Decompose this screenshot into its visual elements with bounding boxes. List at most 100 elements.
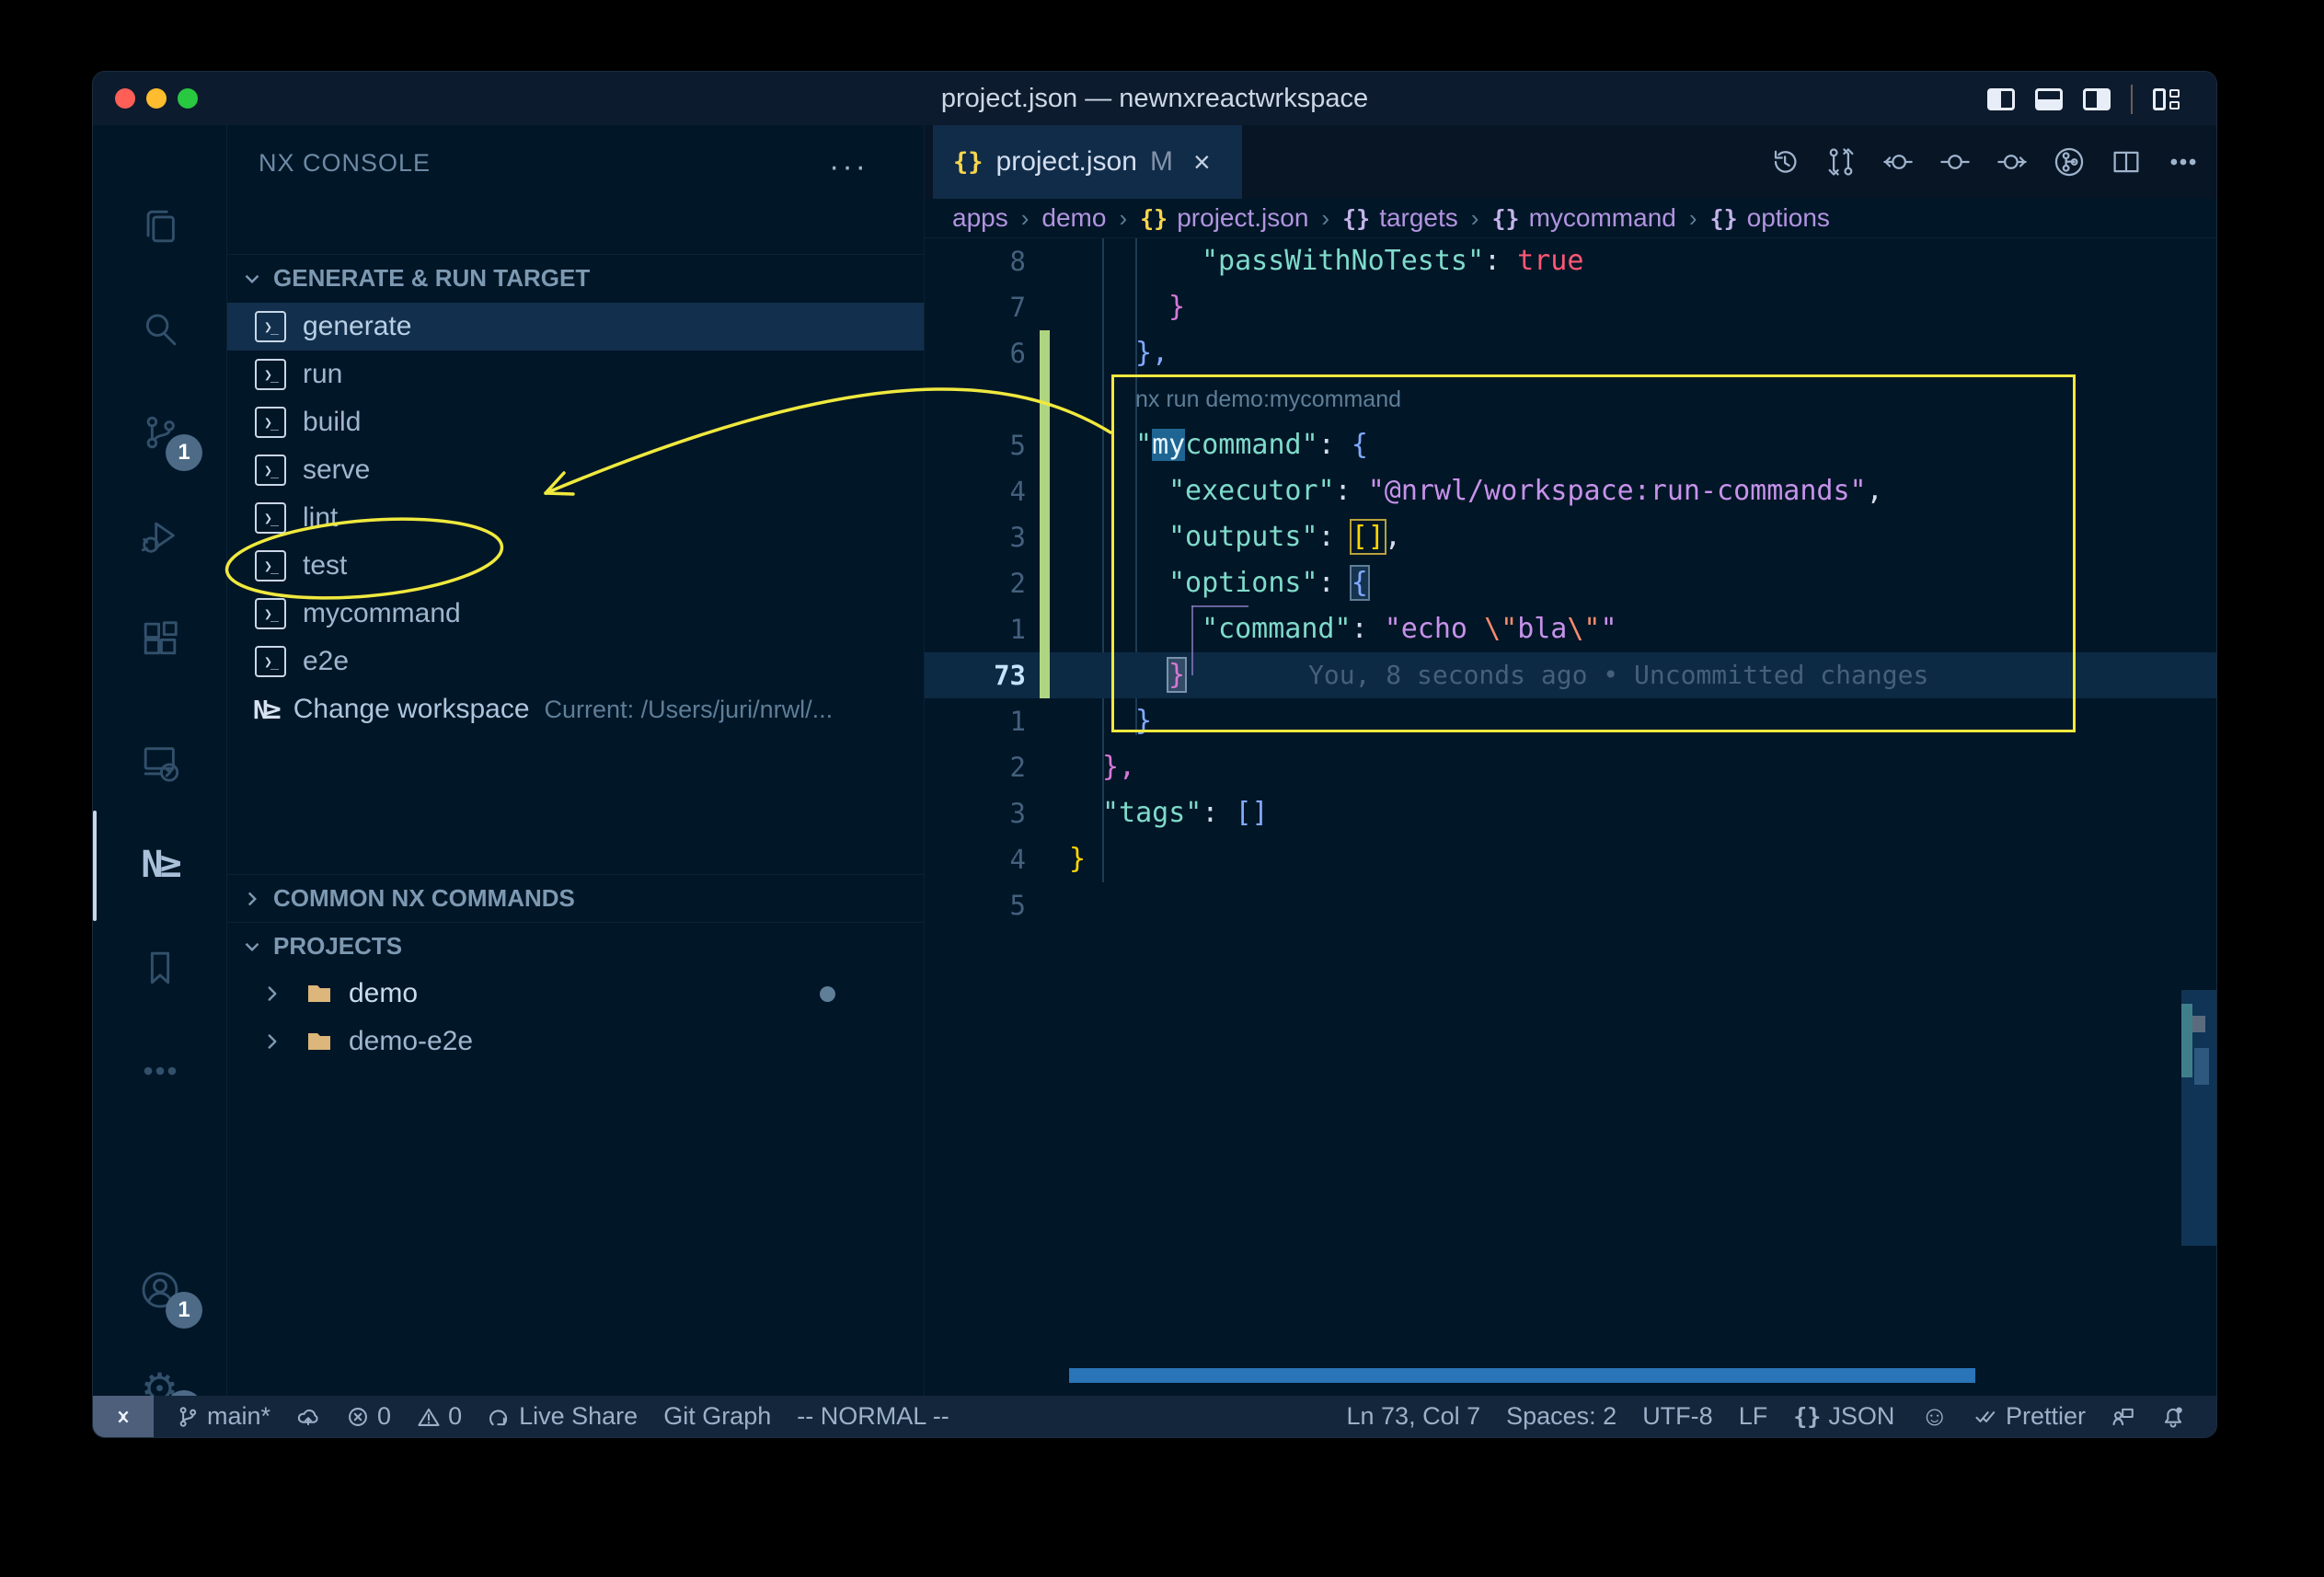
- project-item-demo[interactable]: demo: [227, 970, 924, 1018]
- sidebar-item-lint[interactable]: ❯_lint: [227, 494, 924, 542]
- account-icon[interactable]: 1: [93, 1244, 226, 1336]
- split-icon[interactable]: [2110, 145, 2143, 178]
- prev-change-icon[interactable]: [1881, 145, 1915, 178]
- explorer-icon[interactable]: [93, 180, 226, 272]
- status-item-cloud[interactable]: [283, 1405, 333, 1429]
- sidebar-item-e2e[interactable]: ❯_e2e: [227, 638, 924, 685]
- status-item-main[interactable]: main*: [163, 1402, 283, 1431]
- status-item-normal[interactable]: -- NORMAL --: [784, 1402, 961, 1431]
- more-icon[interactable]: [93, 1025, 226, 1117]
- status-item-git-graph[interactable]: Git Graph: [650, 1402, 784, 1431]
- window-title: project.json — newnxreactwrkspace: [93, 72, 2216, 125]
- chevron-down-icon: [240, 935, 264, 959]
- breadcrumb-separator: ›: [1689, 204, 1697, 233]
- tab-project-json[interactable]: {} project.json M ×: [933, 125, 1242, 199]
- badge: 1: [166, 1292, 202, 1329]
- horizontal-scrollbar[interactable]: [1069, 1368, 1975, 1383]
- breadcrumb-item-demo[interactable]: demo: [1041, 203, 1106, 233]
- git-added-gutter: [1040, 514, 1050, 560]
- breadcrumb[interactable]: apps›demo›{}project.json›{}targets›{}myc…: [925, 199, 2216, 238]
- extensions-icon[interactable]: [93, 593, 226, 685]
- json-file-icon: {}: [953, 148, 984, 177]
- status-item-bell[interactable]: [2148, 1405, 2198, 1429]
- git-graph-icon[interactable]: [2053, 145, 2086, 178]
- branch-icon: [176, 1405, 200, 1429]
- status-item-lf[interactable]: LF: [1726, 1402, 1781, 1431]
- sidebar-item-run[interactable]: ❯_run: [227, 351, 924, 398]
- breadcrumb-item-apps[interactable]: apps: [952, 203, 1008, 233]
- compare-icon[interactable]: [1824, 145, 1858, 178]
- toggle-sidebar-icon[interactable]: [1987, 88, 2015, 110]
- line-number: 1: [952, 606, 1026, 652]
- breadcrumb-item-options[interactable]: {}options: [1710, 203, 1830, 233]
- error-icon: [346, 1405, 370, 1429]
- status-item-json[interactable]: {}JSON: [1780, 1402, 1907, 1431]
- divider: [2131, 85, 2133, 114]
- next-change-icon[interactable]: [1996, 145, 2029, 178]
- sidebar-item-change-workspace[interactable]: N≥ Change workspace Current: /Users/juri…: [227, 685, 924, 733]
- sidebar-item-build[interactable]: ❯_build: [227, 398, 924, 446]
- item-label: test: [303, 550, 347, 581]
- status-item-0[interactable]: 0: [404, 1402, 475, 1431]
- git-added-gutter: [1040, 606, 1050, 652]
- line-number: 5: [952, 422, 1026, 468]
- remote-explorer-icon[interactable]: [93, 716, 226, 808]
- terminal-icon: ❯_: [255, 598, 286, 629]
- status-label: Live Share: [519, 1402, 638, 1431]
- status-item-prettier[interactable]: Prettier: [1962, 1402, 2099, 1431]
- overview-ruler-mark: [2181, 1004, 2192, 1077]
- sidebar-item-serve[interactable]: ❯_serve: [227, 446, 924, 494]
- sidebar-item-generate[interactable]: ❯_generate: [227, 303, 924, 351]
- breadcrumb-item-project.json[interactable]: {}project.json: [1140, 203, 1308, 233]
- run-debug-icon[interactable]: [93, 489, 226, 581]
- status-item-person[interactable]: [2099, 1405, 2148, 1429]
- search-icon[interactable]: [93, 283, 226, 375]
- chevron-right-icon: [240, 887, 264, 911]
- status-bar: main* 00 Live Share Git Graph -- NORMAL -- L…: [93, 1396, 2216, 1437]
- status-item-live-share[interactable]: Live Share: [475, 1402, 650, 1431]
- braces-icon: {}: [1140, 205, 1168, 232]
- line-number: 4: [952, 836, 1026, 882]
- nx-console-icon[interactable]: N≥: [93, 819, 226, 911]
- terminal-icon: ❯_: [255, 455, 286, 486]
- breadcrumb-label: demo: [1041, 203, 1106, 233]
- terminal-icon: ❯_: [255, 550, 286, 581]
- folder-icon: [305, 979, 334, 1008]
- status-item-spaces-2[interactable]: Spaces: 2: [1493, 1402, 1629, 1431]
- breadcrumb-item-mycommand[interactable]: {}mycommand: [1491, 203, 1675, 233]
- history-icon[interactable]: [1767, 145, 1801, 178]
- more-actions-icon[interactable]: ···: [829, 149, 869, 185]
- source-control-icon[interactable]: 1: [93, 386, 226, 478]
- project-item-demo-e2e[interactable]: demo-e2e: [227, 1018, 924, 1065]
- toggle-secondary-sidebar-icon[interactable]: [2083, 88, 2111, 110]
- remote-indicator-button[interactable]: [93, 1396, 154, 1437]
- ellipsis-icon[interactable]: [2167, 145, 2200, 178]
- sidebar-title: NX CONSOLE: [259, 125, 431, 201]
- nx-logo-icon: N≥: [253, 695, 279, 725]
- breadcrumb-item-targets[interactable]: {}targets: [1342, 203, 1458, 233]
- section-projects[interactable]: PROJECTS: [227, 922, 924, 970]
- bookmarks-icon[interactable]: [93, 922, 226, 1014]
- section-common-nx-commands[interactable]: COMMON NX COMMANDS: [227, 874, 924, 922]
- breadcrumb-separator: ›: [1321, 204, 1329, 233]
- smiley-icon: ☺: [1920, 1401, 1949, 1433]
- section-generate-run-target[interactable]: GENERATE & RUN TARGET: [227, 254, 924, 302]
- status-label: Git Graph: [663, 1402, 771, 1431]
- close-tab-icon[interactable]: ×: [1193, 145, 1211, 179]
- item-label: run: [303, 359, 342, 390]
- status-item-utf-8[interactable]: UTF-8: [1629, 1402, 1726, 1431]
- status-item-ln-73-col-7[interactable]: Ln 73, Col 7: [1334, 1402, 1494, 1431]
- toggle-panel-icon[interactable]: [2035, 88, 2063, 110]
- sidebar-item-test[interactable]: ❯_ test: [227, 542, 924, 590]
- customize-layout-icon[interactable]: [2153, 88, 2180, 110]
- warning-icon: [417, 1405, 441, 1429]
- line-number: 8: [952, 238, 1026, 284]
- code-editor[interactable]: 8"passWithNoTests": true7}6},nx run demo…: [925, 238, 2216, 1396]
- code-line: 4}: [925, 836, 2216, 882]
- cur-change-icon[interactable]: [1939, 145, 1972, 178]
- status-label: 0: [377, 1402, 391, 1431]
- status-item-smiley[interactable]: ☺: [1907, 1401, 1962, 1433]
- status-item-0[interactable]: 0: [333, 1402, 404, 1431]
- breadcrumb-label: apps: [952, 203, 1008, 233]
- sidebar-item-mycommand[interactable]: ❯_mycommand: [227, 590, 924, 638]
